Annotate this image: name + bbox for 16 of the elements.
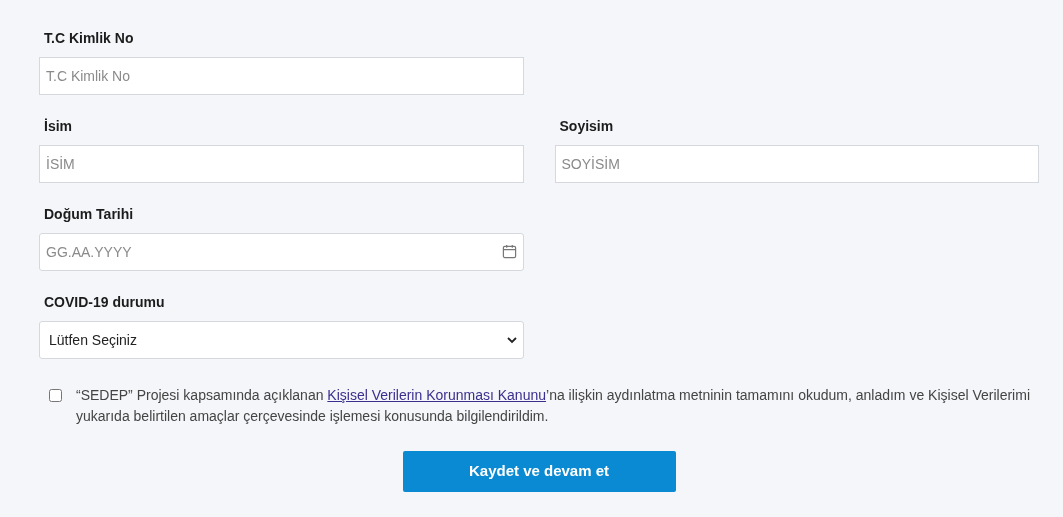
calendar-icon (501, 244, 517, 259)
save-continue-button[interactable]: Kaydet ve devam et (402, 451, 676, 492)
consent-checkbox[interactable] (49, 389, 62, 402)
consent-text: “SEDEP” Projesi kapsamında açıklanan Kişisel Verilerin Korunması Kanunu’na ilişkin aydınlatma metninin tamamını okudum, anladım ve Kişisel Verilerimi yukarıda belirtilen amaçlar çerçevesinde işlemesi konusunda bilgilendirildim. (76, 386, 1031, 426)
field-label: Doğum Tarihi (43, 205, 135, 224)
field-label: İsim (43, 117, 73, 136)
text-field[interactable]: T.C Kimlik No (39, 57, 524, 95)
field-label: T.C Kimlik No (43, 29, 135, 48)
text-field[interactable]: İSİM (39, 145, 524, 183)
chevron-down-icon (506, 336, 517, 344)
field-label: COVID-19 durumu (43, 293, 166, 312)
text-field[interactable]: SOYİSİM (554, 145, 1039, 183)
dropdown[interactable]: Lütfen Seçiniz (39, 321, 524, 359)
law-link[interactable]: Kişisel Verilerin Korunması Kanunu (327, 387, 546, 403)
date-field[interactable]: GG.AA.YYYY (39, 233, 524, 271)
field-label: Soyisim (558, 117, 615, 136)
